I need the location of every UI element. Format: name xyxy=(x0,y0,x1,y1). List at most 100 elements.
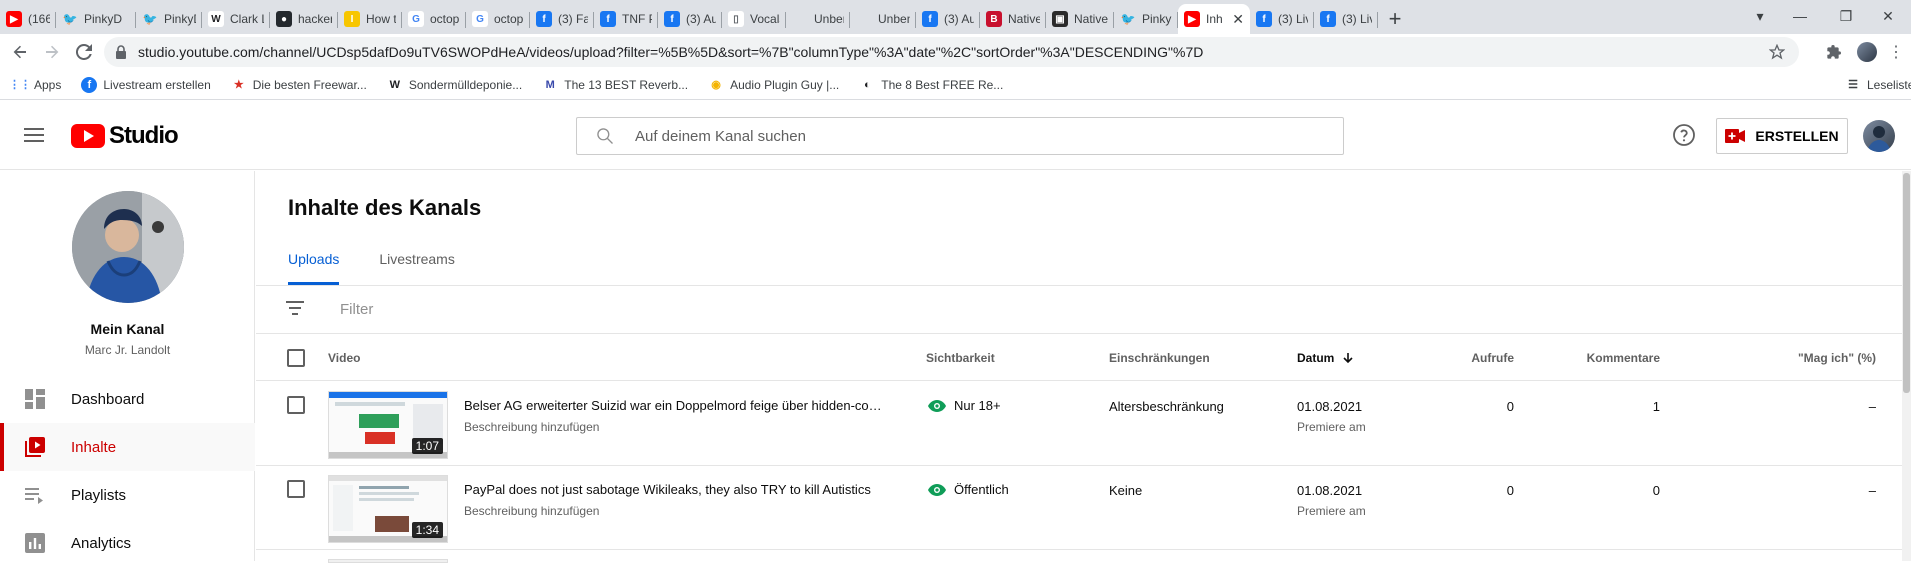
browser-tab[interactable]: ▶ Inh ✕ xyxy=(1178,4,1250,34)
ni-news-icon: ▣ xyxy=(1052,11,1068,27)
video-thumbnail[interactable]: 1:07 xyxy=(328,391,448,459)
extensions-icon[interactable] xyxy=(1818,36,1850,68)
video-title[interactable]: Belser AG erweiterter Suizid war ein Dop… xyxy=(464,398,886,413)
bookmark-star-icon[interactable] xyxy=(1769,44,1785,60)
comments-value[interactable]: 1 xyxy=(1586,399,1660,414)
select-all-checkbox[interactable] xyxy=(287,349,305,367)
browser-tab[interactable]: Unbena xyxy=(786,4,850,34)
scrollbar-thumb[interactable] xyxy=(1903,173,1910,393)
browser-tab[interactable]: f (3) Live xyxy=(1314,4,1378,34)
wikipedia-icon: W xyxy=(208,11,224,27)
browser-tab[interactable]: I How to xyxy=(338,4,402,34)
video-description[interactable]: Beschreibung hinzufügen xyxy=(464,504,599,518)
wikipedia-icon: W xyxy=(389,78,400,91)
studio-sidebar: Mein Kanal Marc Jr. Landolt Dashboard In… xyxy=(0,171,255,561)
browser-tab[interactable]: ▣ Native xyxy=(1046,4,1114,34)
row-checkbox[interactable] xyxy=(287,396,305,414)
new-tab-button[interactable]: + xyxy=(1378,4,1412,34)
channel-search-input[interactable]: Auf deinem Kanal suchen xyxy=(576,117,1344,155)
browser-tab[interactable]: Goctopu xyxy=(402,4,466,34)
column-comments[interactable]: Kommentare xyxy=(1586,351,1660,365)
restore-button[interactable]: ❐ xyxy=(1823,0,1869,32)
sort-down-arrow-icon xyxy=(1343,353,1353,364)
filter-input[interactable]: Filter xyxy=(340,301,373,318)
arrow-left-icon xyxy=(13,45,26,59)
bookmark-item[interactable]: ◉ Audio Plugin Guy |... xyxy=(708,77,839,93)
browser-tab[interactable]: B Native xyxy=(980,4,1046,34)
minimize-button[interactable]: — xyxy=(1777,0,1823,32)
video-title[interactable]: PayPal does not just sabotage Wikileaks,… xyxy=(464,482,886,497)
browser-tab[interactable]: Goctopu xyxy=(466,4,530,34)
browser-menu-icon[interactable]: ⋮ xyxy=(1880,36,1911,68)
filter-icon[interactable] xyxy=(286,301,304,315)
sidebar-item-playlists[interactable]: Playlists xyxy=(0,471,255,519)
reload-button[interactable] xyxy=(68,36,100,68)
back-button[interactable] xyxy=(4,36,36,68)
address-bar-row: studio.youtube.com/channel/UCDsp5dafDo9u… xyxy=(0,34,1911,70)
video-thumbnail[interactable] xyxy=(328,559,448,563)
views-value: 0 xyxy=(1506,483,1514,498)
browser-tab[interactable]: f (3) Aud xyxy=(916,4,980,34)
browser-tab-title: (3) Live xyxy=(1278,12,1308,26)
close-window-button[interactable]: ✕ xyxy=(1865,0,1911,32)
table-row[interactable]: 1:34 PayPal does not just sabotage Wikil… xyxy=(256,466,1911,550)
video-thumbnail[interactable]: 1:34 xyxy=(328,475,448,543)
video-description[interactable]: Beschreibung hinzufügen xyxy=(464,420,599,434)
column-views[interactable]: Aufrufe xyxy=(1446,351,1514,365)
browser-tab[interactable]: f (3) Face xyxy=(530,4,594,34)
browser-tab[interactable]: Unbena xyxy=(850,4,916,34)
browser-tab-title: (3) Aud xyxy=(686,12,716,26)
bookmark-item[interactable]: M The 13 BEST Reverb... xyxy=(542,77,688,93)
visibility-cell[interactable]: Nur 18+ xyxy=(928,398,1001,413)
forward-button[interactable] xyxy=(36,36,68,68)
hamburger-menu-icon[interactable] xyxy=(22,124,46,148)
visibility-cell[interactable]: Öffentlich xyxy=(928,482,1009,497)
bookmark-item[interactable]: W Sondermülldeponie... xyxy=(387,77,523,93)
sidebar-item-dashboard[interactable]: Dashboard xyxy=(0,375,255,423)
browser-tab[interactable]: W Clark L xyxy=(202,4,270,34)
sidebar-item-content[interactable]: Inhalte xyxy=(0,423,255,471)
browser-tab[interactable]: f TNF Pl xyxy=(594,4,658,34)
sidebar-item-analytics[interactable]: Analytics xyxy=(0,519,255,567)
browser-tab-title: PinkyD xyxy=(164,12,196,26)
facebook-icon: f xyxy=(922,11,938,27)
bookmark-item[interactable]: f Livestream erstellen xyxy=(81,76,211,93)
lock-icon xyxy=(116,45,126,59)
browser-tab-title: Clark L xyxy=(230,12,264,26)
browser-tab[interactable]: 🐦 PinkyD xyxy=(1114,4,1178,34)
bookmark-item[interactable]: ⋮⋮ Apps xyxy=(9,77,61,93)
bookmark-item[interactable]: ◐ The 8 Best FREE Re... xyxy=(859,77,1003,93)
column-restrictions[interactable]: Einschränkungen xyxy=(1109,351,1210,365)
account-avatar[interactable] xyxy=(1863,120,1895,152)
browser-tab[interactable]: ● hacker xyxy=(270,4,338,34)
tab-uploads[interactable]: Uploads xyxy=(288,251,340,285)
browser-tab[interactable]: f (3) Aud xyxy=(658,4,722,34)
table-row[interactable]: 1:07 Belser AG erweiterter Suizid war ei… xyxy=(256,382,1911,466)
browser-tab[interactable]: 🐦 PinkyD xyxy=(56,4,136,34)
browser-tab-title: Native xyxy=(1074,12,1108,26)
channel-content: Inhalte des Kanals Uploads Livestreams F… xyxy=(256,171,1911,563)
column-date[interactable]: Datum xyxy=(1297,351,1354,365)
logo-text: Studio xyxy=(109,122,179,149)
page-icon: ▯ xyxy=(728,11,744,27)
browser-tab[interactable]: f (3) Live xyxy=(1250,4,1314,34)
column-likes[interactable]: "Mag ich" (%) xyxy=(1776,351,1876,365)
channel-avatar[interactable] xyxy=(72,191,184,303)
date-subtext: Premiere am xyxy=(1297,504,1366,518)
browser-tab[interactable]: ▯ Vocals xyxy=(722,4,786,34)
comments-value[interactable]: 0 xyxy=(1586,483,1660,498)
bookmark-item[interactable]: ★ Die besten Freewar... xyxy=(231,77,367,93)
close-tab-icon[interactable]: ✕ xyxy=(1228,11,1244,28)
row-checkbox[interactable] xyxy=(287,480,305,498)
browser-tab[interactable]: 🐦 PinkyD xyxy=(136,4,202,34)
scrollbar[interactable] xyxy=(1902,171,1911,561)
browser-tab[interactable]: ▶ (166) S xyxy=(0,4,56,34)
youtube-studio-logo[interactable]: Studio xyxy=(71,122,179,150)
create-button[interactable]: ERSTELLEN xyxy=(1716,118,1848,154)
column-visibility[interactable]: Sichtbarkeit xyxy=(926,351,995,365)
profile-avatar[interactable] xyxy=(1857,42,1877,62)
tab-livestreams[interactable]: Livestreams xyxy=(379,251,454,285)
url-input[interactable]: studio.youtube.com/channel/UCDsp5dafDo9u… xyxy=(104,37,1799,67)
reading-list-button[interactable]: ☰ Leseliste xyxy=(1845,77,1911,93)
help-icon[interactable] xyxy=(1672,123,1696,147)
